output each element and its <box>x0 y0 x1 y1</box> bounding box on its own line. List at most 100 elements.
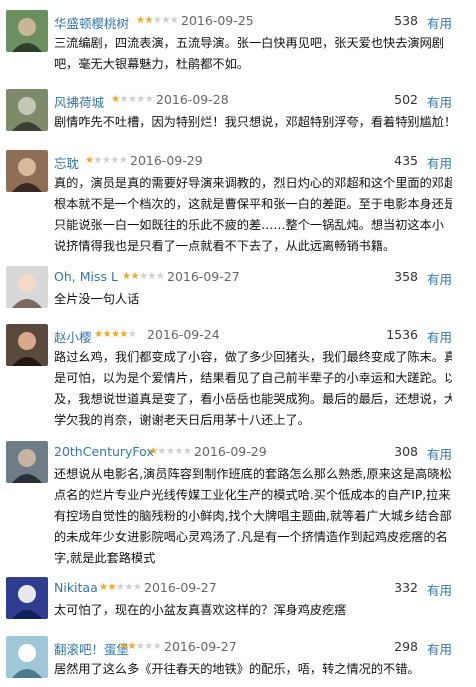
star-empty-icon: ★ <box>155 271 165 282</box>
vote-count: 502 <box>394 92 418 107</box>
review-text-line: 全片没一句人话 <box>54 292 140 306</box>
review-text-line: 还想说从电影名,演员阵容到制作班底的套路怎么那么熟悉,原来这是高晓松 <box>54 467 452 481</box>
star-empty-icon: ★ <box>124 582 133 593</box>
useful-button[interactable]: 有用 <box>427 13 452 32</box>
user-avatar[interactable] <box>6 266 48 308</box>
user-avatar[interactable] <box>6 577 48 619</box>
star-empty-icon: ★ <box>144 94 154 105</box>
review-text: 路过幺鸡，我们都变成了小容，做了多少回猪头，我们最终变成了陈末。真 是可怕，以为是… <box>54 347 452 431</box>
username-link[interactable]: 20thCenturyFox <box>54 444 154 459</box>
useful-button[interactable]: 有用 <box>427 580 452 599</box>
star-filled-icon: ★ <box>107 582 116 593</box>
vote-count: 1536 <box>386 327 418 342</box>
review-text-line: 根本就不是一个档次的，这就是曹保平和张一白的差距。至于电影本身还是 <box>54 197 452 211</box>
review-date: 2016-09-29 <box>130 153 203 168</box>
useful-button[interactable]: 有用 <box>427 639 452 658</box>
star-empty-icon: ★ <box>132 582 142 593</box>
useful-button[interactable]: 有用 <box>427 153 452 172</box>
user-avatar[interactable] <box>6 10 48 52</box>
star-empty-icon: ★ <box>182 446 192 457</box>
review-text-line: 吧，毫无大银幕魅力，杜鹃都不如。 <box>54 57 249 71</box>
vote-count: 538 <box>394 13 418 28</box>
username-link[interactable]: 翻滚吧！蛋堡 <box>54 639 129 658</box>
review-text-line: 是可怕，以为是个爱情片，结果看见了自己前半辈子的小幸运和大蹉跎。以 <box>54 371 452 385</box>
star-empty-icon: ★ <box>118 155 128 166</box>
username-link[interactable]: Nikitaa <box>54 580 98 595</box>
review-header: Oh, Miss L ★★★★★ 2016-09-27 358 有用 <box>54 269 476 287</box>
review-text: 还想说从电影名,演员阵容到制作班底的套路怎么那么熟悉,原来这是高晓松 点名的烂片专… <box>54 464 452 569</box>
star-filled-icon: ★ <box>127 641 136 652</box>
rating-stars: ★★★★★ <box>99 582 142 593</box>
rating-stars: ★★★★★ <box>149 446 192 457</box>
user-avatar[interactable] <box>6 150 48 192</box>
review-text: 全片没一句人话 <box>54 289 452 310</box>
star-empty-icon: ★ <box>152 641 162 652</box>
review-header: 忘耽 ★★★★★ 2016-09-29 435 有用 <box>54 153 476 171</box>
review-text-line: 只能说张一白一如既往的乐此不疲的差……整个一锅乱炖。想当初这本小 <box>54 218 444 232</box>
username-link[interactable]: Oh, Miss L <box>54 269 118 284</box>
review-text-line: 有控场自觉性的脑残粉的小鲜肉,找个大牌唱主题曲,就等着广大城乡结合部 <box>54 509 452 523</box>
avatar-icon <box>6 150 48 192</box>
star-empty-icon: ★ <box>144 641 153 652</box>
star-empty-icon: ★ <box>93 155 102 166</box>
review-date: 2016-09-27 <box>144 580 217 595</box>
review-date: 2016-09-29 <box>194 444 267 459</box>
review-text: 剧情咋先不吐槽，因为特别烂！我只想说，邓超特别浮夸，看着特别尴尬！ <box>54 112 452 133</box>
star-empty-icon: ★ <box>127 329 137 340</box>
review-date: 2016-09-24 <box>147 327 220 342</box>
review-header: 赵小樱 ★★★★★ 2016-09-24 1536 有用 <box>54 327 476 345</box>
vote-count: 435 <box>394 153 418 168</box>
star-filled-icon: ★ <box>130 271 139 282</box>
useful-button[interactable]: 有用 <box>427 327 452 346</box>
avatar-icon <box>6 636 48 678</box>
useful-button[interactable]: 有用 <box>427 92 452 111</box>
avatar-icon <box>6 10 48 52</box>
avatar-icon <box>6 441 48 483</box>
review-date: 2016-09-28 <box>156 92 229 107</box>
review-text: 太可怕了，现在的小盆友真喜欢这样的？浑身鸡皮疙瘩 <box>54 600 452 621</box>
vote-count: 358 <box>394 269 418 284</box>
review-text-line: 剧情咋先不吐槽，因为特别烂！我只想说，邓超特别浮夸，看着特别尴尬！ <box>54 115 452 129</box>
avatar-icon <box>6 577 48 619</box>
useful-button[interactable]: 有用 <box>427 269 452 288</box>
star-empty-icon: ★ <box>157 446 166 457</box>
rating-stars: ★★★★★ <box>94 329 137 340</box>
star-empty-icon: ★ <box>119 94 128 105</box>
review-text: 居然用了这么多《开往春天的地铁》的配乐，唔，转之情况的不错。 <box>54 659 452 680</box>
star-empty-icon: ★ <box>174 446 183 457</box>
vote-count: 332 <box>394 580 418 595</box>
review-text-line: 居然用了这么多《开往春天的地铁》的配乐，唔，转之情况的不错。 <box>54 662 420 676</box>
review-text-line: 太可怕了，现在的小盆友真喜欢这样的？浑身鸡皮疙瘩 <box>54 603 347 617</box>
username-link[interactable]: 忘耽 <box>54 153 79 172</box>
review-header: 翻滚吧！蛋堡 ★★★★★ 2016-09-27 298 有用 <box>54 639 476 657</box>
star-filled-icon: ★ <box>144 15 153 26</box>
review-header: 华盛顿樱桃树 ★★★★★ 2016-09-25 538 有用 <box>54 13 476 31</box>
review-text-line: 点名的烂片专业户光线传媒工业化生产的模式哈.买个低成本的自产IP,拉来 <box>54 488 451 502</box>
review-text: 真的，演员是真的需要好导演来调教的，烈日灼心的邓超和这个里面的邓超 根本就不是一个… <box>54 173 452 257</box>
review-date: 2016-09-25 <box>181 13 254 28</box>
review-header: 20thCenturyFox ★★★★★ 2016-09-29 308 有用 <box>54 444 476 462</box>
user-avatar[interactable] <box>6 636 48 678</box>
rating-stars: ★★★★★ <box>136 15 179 26</box>
review-text-line: 路过幺鸡，我们都变成了小容，做了多少回猪头，我们最终变成了陈末。真 <box>54 350 452 364</box>
review-text-line: 三流编剧，四流表演，五流导演。张一白快再见吧，张天爱也快去演网剧 <box>54 36 444 50</box>
useful-button[interactable]: 有用 <box>427 444 452 463</box>
vote-count: 298 <box>394 639 418 654</box>
review-date: 2016-09-27 <box>167 269 240 284</box>
avatar-icon <box>6 266 48 308</box>
user-avatar[interactable] <box>6 89 48 131</box>
rating-stars: ★★★★★ <box>111 94 154 105</box>
username-link[interactable]: 风拂荷城 <box>54 92 104 111</box>
review-date: 2016-09-27 <box>164 639 237 654</box>
username-link[interactable]: 赵小樱 <box>54 327 92 346</box>
review-text-line: 及，我想说世道真是变了，看小岳岳也能哭成狗。最后的最后，还想说，大 <box>54 392 452 406</box>
user-avatar[interactable] <box>6 441 48 483</box>
user-avatar[interactable] <box>6 324 48 366</box>
review-text-line: 的未成年少女进影院喝心灵鸡汤了.凡是有一个挤情造作到起鸡皮疙瘩的名 <box>54 530 448 544</box>
review-text: 三流编剧，四流表演，五流导演。张一白快再见吧，张天爱也快去演网剧 吧，毫无大银幕魅… <box>54 33 452 75</box>
username-link[interactable]: 华盛顿樱桃树 <box>54 13 129 32</box>
review-text-line: 说挤情得我也是只看了一点就看不下去了，从此远离畅销书籍。 <box>54 239 396 253</box>
star-empty-icon: ★ <box>169 15 179 26</box>
review-text-line: 学欠我的肖奈，谢谢老天日后用茅十八还上了。 <box>54 413 310 427</box>
avatar-icon <box>6 324 48 366</box>
